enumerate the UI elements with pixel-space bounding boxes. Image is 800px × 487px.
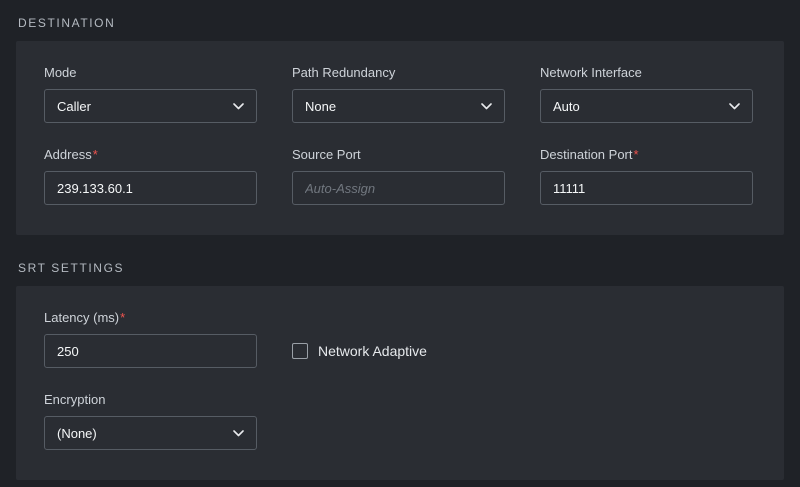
- chevron-down-icon: [233, 103, 244, 110]
- path-redundancy-label: Path Redundancy: [292, 65, 505, 80]
- chevron-down-icon: [233, 430, 244, 437]
- encryption-field: Encryption (None): [44, 392, 257, 450]
- network-interface-label-text: Network Interface: [540, 65, 642, 80]
- mode-label-text: Mode: [44, 65, 77, 80]
- srt-settings-grid: Latency (ms)* Network Adaptive Encryptio…: [44, 310, 756, 450]
- address-label-text: Address: [44, 147, 92, 162]
- network-adaptive-checkbox[interactable]: [292, 343, 308, 359]
- destination-grid: Mode Caller Path Redundancy None Net: [44, 65, 756, 205]
- latency-label-text: Latency (ms): [44, 310, 119, 325]
- srt-settings-panel: Latency (ms)* Network Adaptive Encryptio…: [16, 286, 784, 480]
- destination-section-title: DESTINATION: [16, 6, 784, 41]
- source-port-label-text: Source Port: [292, 147, 361, 162]
- latency-field: Latency (ms)*: [44, 310, 257, 368]
- path-redundancy-label-text: Path Redundancy: [292, 65, 395, 80]
- network-adaptive-field: Network Adaptive: [292, 334, 505, 368]
- network-interface-select[interactable]: Auto: [540, 89, 753, 123]
- latency-label: Latency (ms)*: [44, 310, 257, 325]
- mode-label: Mode: [44, 65, 257, 80]
- destination-panel: Mode Caller Path Redundancy None Net: [16, 41, 784, 235]
- destination-port-field: Destination Port*: [540, 147, 753, 205]
- encryption-select-value: (None): [57, 426, 97, 441]
- settings-page: DESTINATION Mode Caller Path Redundancy …: [0, 0, 800, 487]
- encryption-label-text: Encryption: [44, 392, 105, 407]
- encryption-label: Encryption: [44, 392, 257, 407]
- required-asterisk: *: [93, 147, 98, 162]
- destination-port-label-text: Destination Port: [540, 147, 633, 162]
- address-input[interactable]: [44, 171, 257, 205]
- path-redundancy-field: Path Redundancy None: [292, 65, 505, 123]
- source-port-field: Source Port: [292, 147, 505, 205]
- destination-port-input[interactable]: [540, 171, 753, 205]
- source-port-label: Source Port: [292, 147, 505, 162]
- network-adaptive-label[interactable]: Network Adaptive: [318, 343, 427, 359]
- network-interface-field: Network Interface Auto: [540, 65, 753, 123]
- latency-input[interactable]: [44, 334, 257, 368]
- encryption-select[interactable]: (None): [44, 416, 257, 450]
- mode-select[interactable]: Caller: [44, 89, 257, 123]
- source-port-input[interactable]: [292, 171, 505, 205]
- required-asterisk: *: [634, 147, 639, 162]
- chevron-down-icon: [729, 103, 740, 110]
- destination-port-label: Destination Port*: [540, 147, 753, 162]
- chevron-down-icon: [481, 103, 492, 110]
- spacer-cell: [540, 310, 753, 368]
- network-interface-label: Network Interface: [540, 65, 753, 80]
- srt-settings-section-title: SRT SETTINGS: [16, 251, 784, 286]
- required-asterisk: *: [120, 310, 125, 325]
- address-label: Address*: [44, 147, 257, 162]
- path-redundancy-select-value: None: [305, 99, 336, 114]
- address-field: Address*: [44, 147, 257, 205]
- mode-field: Mode Caller: [44, 65, 257, 123]
- network-interface-select-value: Auto: [553, 99, 580, 114]
- mode-select-value: Caller: [57, 99, 91, 114]
- path-redundancy-select[interactable]: None: [292, 89, 505, 123]
